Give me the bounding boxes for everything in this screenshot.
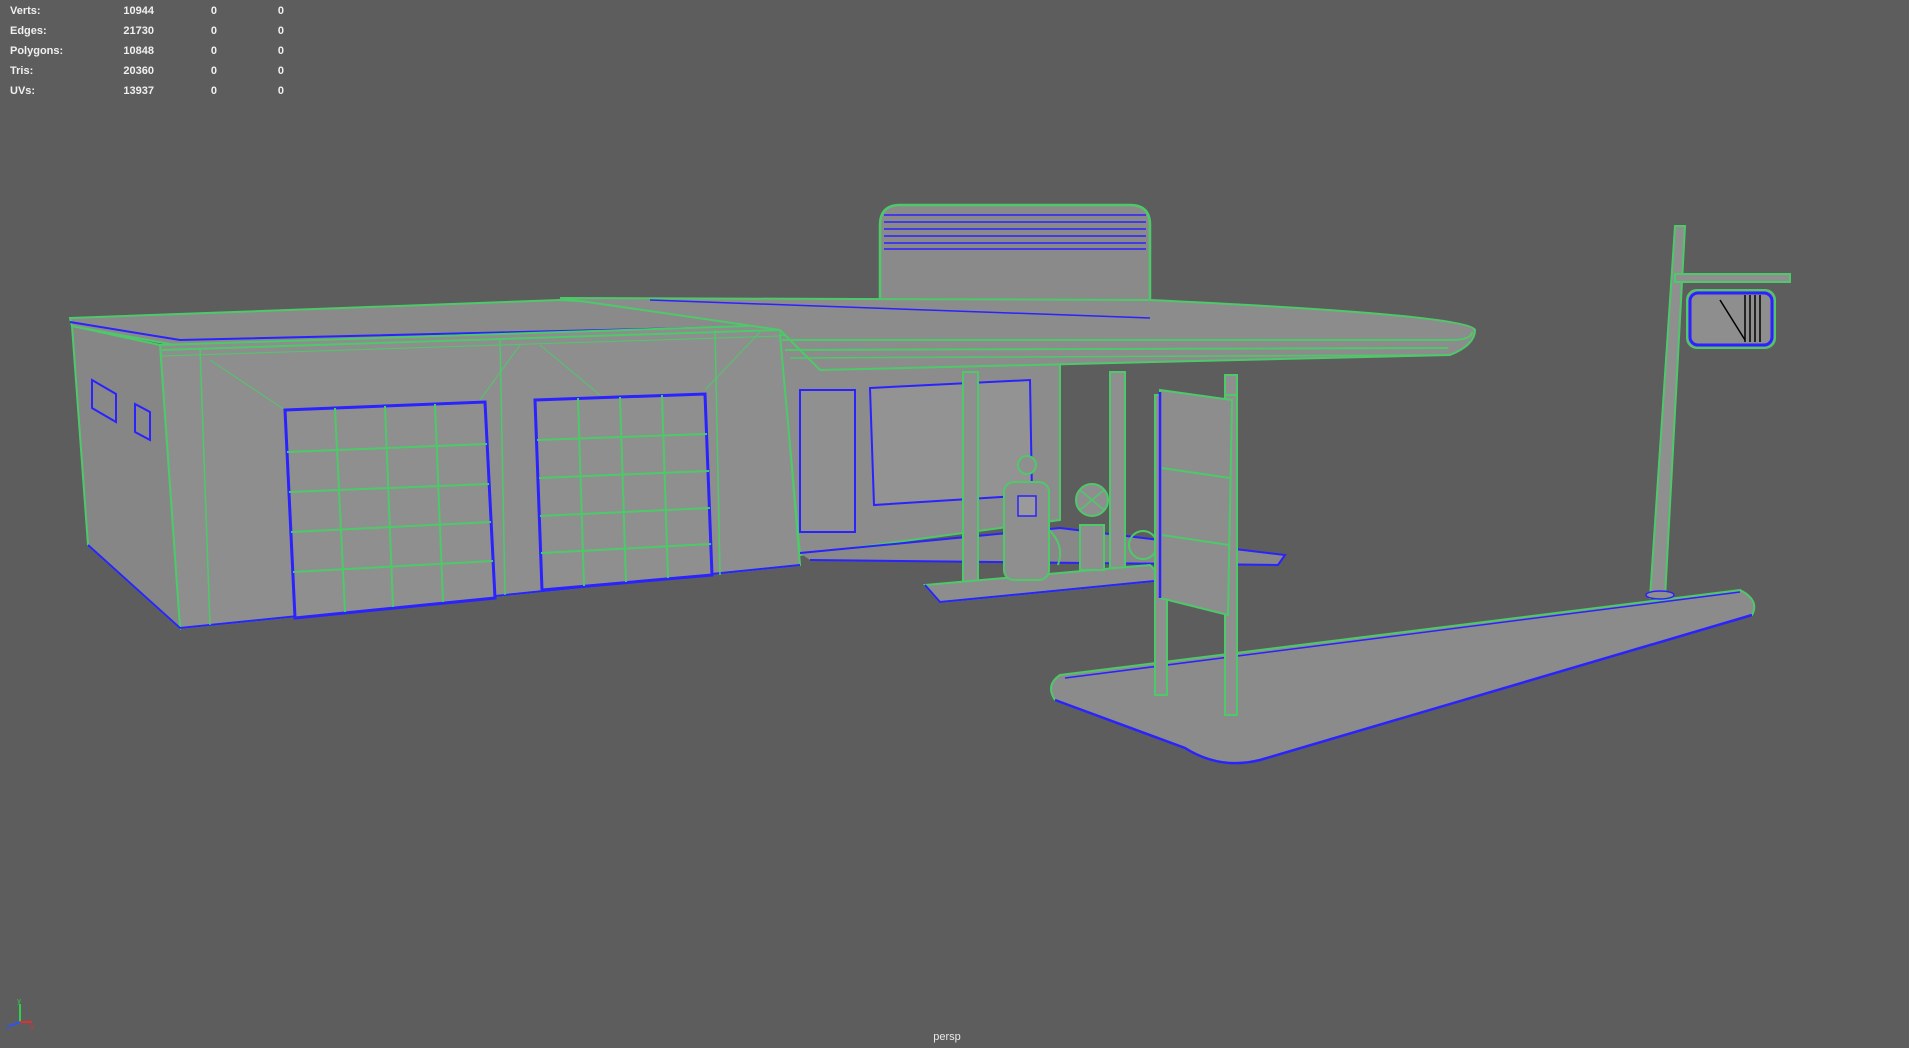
- hud-value: 0: [210, 85, 217, 97]
- hud-value: 21730: [123, 25, 154, 37]
- hud-value: 0: [277, 45, 284, 57]
- hud-value: 0: [210, 45, 217, 57]
- poly-count-hud: Verts: 10944 0 0 Edges: 21730 0 0 Polygo…: [10, 1, 284, 101]
- hud-value: 20360: [123, 65, 154, 77]
- 3d-viewport[interactable]: [0, 0, 1909, 1048]
- hud-value: 0: [277, 5, 284, 17]
- hud-value: 13937: [123, 85, 154, 97]
- garage-door-right[interactable]: [533, 392, 714, 592]
- hud-row-tris: Tris: 20360 0 0: [10, 61, 284, 81]
- hud-label: UVs:: [10, 85, 36, 97]
- hud-row-edges: Edges: 21730 0 0: [10, 21, 284, 41]
- hud-value: 0: [210, 5, 217, 17]
- hud-label: Polygons:: [10, 45, 64, 57]
- hud-label: Verts:: [10, 5, 41, 17]
- hud-row-polygons: Polygons: 10848 0 0: [10, 41, 284, 61]
- hud-value: 0: [210, 25, 217, 37]
- axis-gizmo-icon: y x z: [6, 997, 34, 1030]
- hud-value: 0: [210, 65, 217, 77]
- svg-text:x: x: [30, 1023, 34, 1030]
- hud-value: 0: [277, 65, 284, 77]
- garage-door-left[interactable]: [283, 400, 497, 620]
- hud-row-uvs: UVs: 13937 0 0: [10, 81, 284, 101]
- hud-label: Edges:: [10, 25, 47, 37]
- hud-value: 10848: [123, 45, 154, 57]
- camera-name-label: persp: [933, 1031, 961, 1043]
- svg-text:z: z: [6, 1023, 10, 1030]
- hud-row-verts: Verts: 10944 0 0: [10, 1, 284, 21]
- hud-label: Tris:: [10, 65, 34, 77]
- hud-value: 0: [277, 25, 284, 37]
- hud-value: 10944: [123, 5, 154, 17]
- svg-text:y: y: [17, 997, 21, 1005]
- hud-value: 0: [277, 85, 284, 97]
